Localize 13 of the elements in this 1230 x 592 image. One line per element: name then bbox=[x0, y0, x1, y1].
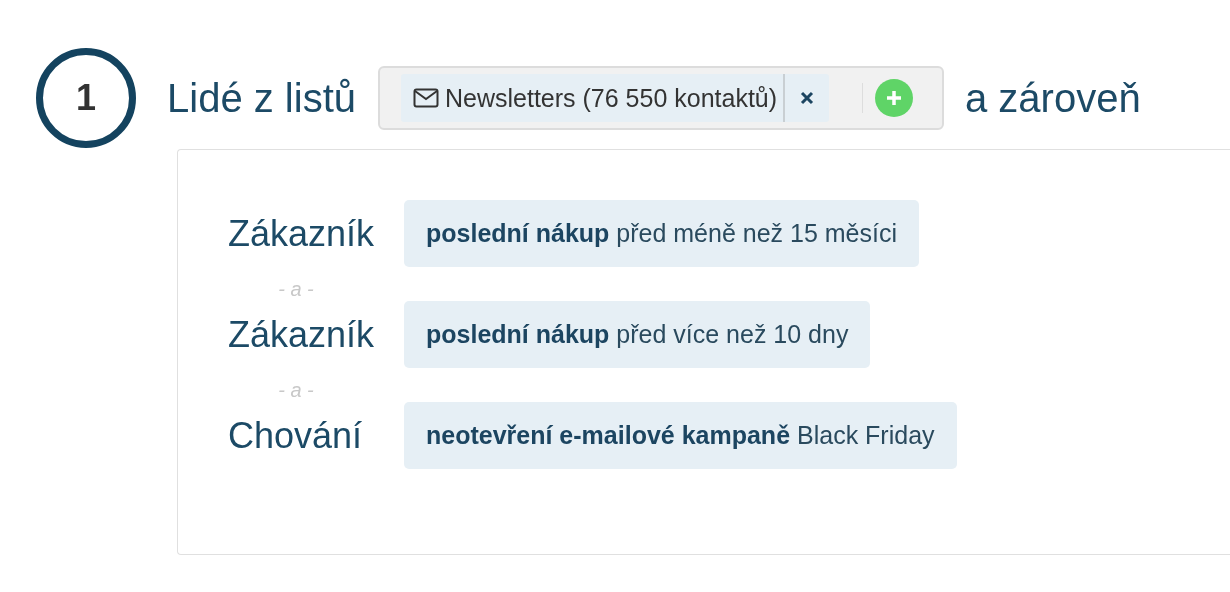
condition-label: Zákazník bbox=[228, 212, 376, 255]
condition-label: Chování bbox=[228, 414, 364, 457]
condition-label: Zákazník bbox=[228, 313, 376, 356]
condition-chip[interactable]: poslední nákup před více než 10 dny bbox=[404, 301, 871, 368]
list-select-field[interactable]: Newsletters (76 550 kontaktů) bbox=[378, 66, 944, 130]
close-icon bbox=[800, 91, 815, 105]
step-number: 1 bbox=[36, 48, 136, 148]
envelope-icon bbox=[413, 88, 439, 108]
condition-chip[interactable]: poslední nákup před méně než 15 měsíci bbox=[404, 200, 919, 267]
connector-text: a zároveň bbox=[965, 75, 1141, 121]
condition-chip[interactable]: neotevření e-mailové kampaně Black Friday bbox=[404, 402, 957, 469]
plus-icon bbox=[885, 89, 904, 107]
step-title: Lidé z listů bbox=[167, 75, 356, 121]
